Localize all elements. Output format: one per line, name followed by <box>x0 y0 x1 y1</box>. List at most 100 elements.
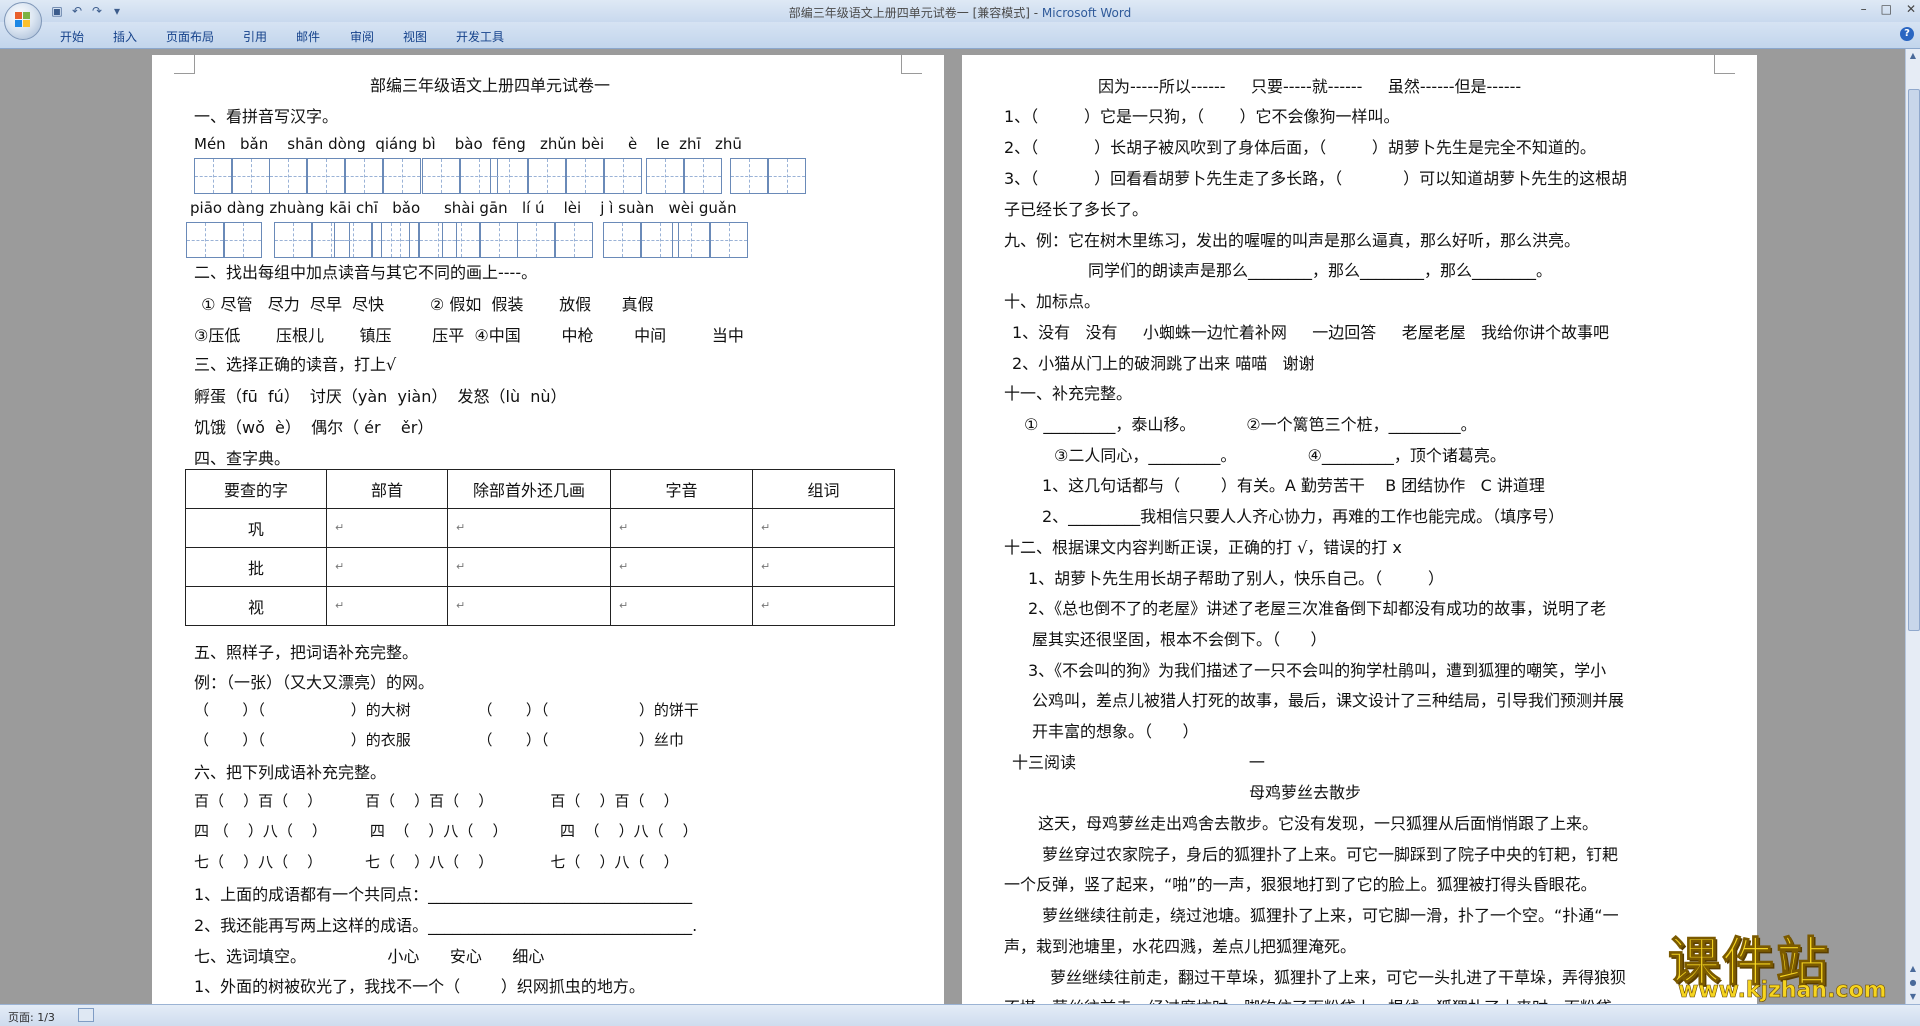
table-cell[interactable]: ↵ <box>752 586 895 626</box>
question-line: 同学们的朗读声是那么________，那么________，那么________… <box>1088 261 1553 280</box>
window-title: 部编三年级语文上册四单元试卷一 [兼容模式] - Microsoft Word <box>788 6 1132 20</box>
maximize-icon[interactable]: □ <box>1881 2 1892 16</box>
writing-box[interactable] <box>480 222 518 258</box>
question-line: 3、（ ）回看看胡萝卜先生走了多长路，（ ）可以知道胡萝卜先生的这根胡 <box>1004 169 1628 188</box>
writing-box[interactable] <box>517 222 555 258</box>
table-cell[interactable]: ↵ <box>752 508 895 548</box>
section-heading: 十一、补充完整。 <box>1004 384 1133 403</box>
office-button[interactable] <box>4 2 42 40</box>
app-name: Microsoft Word <box>1041 6 1132 20</box>
question-line: 因为-----所以------ 只要-----就------ 虽然------但… <box>1098 77 1522 96</box>
scroll-up-icon[interactable]: ▲ <box>1908 51 1918 61</box>
help-icon[interactable]: ? <box>1900 27 1914 41</box>
dictionary-table: 要查的字 部首 除部首外还几画 字音 组词 巩 ↵ ↵ ↵ ↵ 批 ↵ ↵ ↵ … <box>185 469 895 626</box>
table-cell[interactable]: ↵ <box>610 547 753 587</box>
question-line: 孵蛋（fū fú） 讨厌（yàn yiàn） 发怒（lù nù） <box>194 387 567 406</box>
writing-box[interactable] <box>194 158 232 194</box>
writing-box[interactable] <box>555 222 593 258</box>
question-line: 百（ ）百（ ） 百（ ）百（ ） 百（ ）百（ ） <box>194 792 679 810</box>
office-logo-icon <box>15 12 31 28</box>
table-row: 批 ↵ ↵ ↵ ↵ <box>185 547 895 587</box>
writing-box[interactable] <box>672 222 710 258</box>
page-indicator[interactable]: 页面: 1/3 <box>8 1009 55 1025</box>
section-heading: 九、例：它在树木里练习，发出的喔喔的叫声是那么逼真，那么好听，那么洪亮。 <box>1004 231 1581 250</box>
writing-box[interactable] <box>490 158 528 194</box>
table-cell: 批 <box>185 547 327 587</box>
table-row: 巩 ↵ ↵ ↵ ↵ <box>185 508 895 548</box>
writing-box[interactable] <box>381 222 419 258</box>
table-cell[interactable]: ↵ <box>752 547 895 587</box>
writing-box[interactable] <box>603 222 641 258</box>
question-line: 1、（ ）它是一只狗，（ ）它不会像狗一样叫。 <box>1004 107 1400 126</box>
reading-paragraph: 这天，母鸡萝丝走出鸡舍去散步。它没有发现，一只狐狸从后面悄悄跟了上来。 <box>1038 814 1599 833</box>
writing-box[interactable] <box>224 222 262 258</box>
question-line: 1、胡萝卜先生用长胡子帮助了别人，快乐自己。（ ） <box>1028 569 1444 588</box>
tab-page-layout[interactable]: 页面布局 <box>166 28 214 45</box>
writing-box[interactable] <box>730 158 768 194</box>
tab-review[interactable]: 审阅 <box>350 28 374 45</box>
writing-box[interactable] <box>646 158 684 194</box>
writing-box[interactable] <box>604 158 642 194</box>
section-heading: 四、查字典。 <box>194 449 291 468</box>
question-line: 公鸡叫，差点儿被猎人打死的故事，最后，课文设计了三种结局，引导我们预测并展 <box>1032 691 1625 710</box>
writing-box[interactable] <box>684 158 722 194</box>
table-cell[interactable]: ↵ <box>447 586 611 626</box>
table-header-row: 要查的字 部首 除部首外还几画 字音 组词 <box>185 469 895 509</box>
writing-box[interactable] <box>422 158 460 194</box>
table-cell: 视 <box>185 586 327 626</box>
writing-box[interactable] <box>232 158 270 194</box>
reading-paragraph: 萝丝继续往前走，绕过池塘。狐狸扑了上来，可它脚一滑，扑了一个空。“扑通“一 <box>1042 906 1619 925</box>
question-line: 2、《总也倒不了的老屋》讲述了老屋三次准备倒下却都没有成功的故事，说明了老 <box>1028 599 1607 618</box>
document-page-right[interactable]: 因为-----所以------ 只要-----就------ 虽然------但… <box>962 53 1757 1004</box>
table-header: 组词 <box>752 469 895 509</box>
table-cell[interactable]: ↵ <box>610 586 753 626</box>
table-cell: 巩 <box>185 508 327 548</box>
document-page-left[interactable]: 部编三年级语文上册四单元试卷一 一、看拼音写汉字。 Mén bǎn shān d… <box>152 53 944 1004</box>
table-cell[interactable]: ↵ <box>447 508 611 548</box>
writing-box[interactable] <box>383 158 421 194</box>
vertical-scrollbar[interactable]: ▲ ▲ ● ▼ <box>1905 49 1920 1004</box>
section-heading: 五、照样子，把词语补充完整。 <box>194 643 419 662</box>
question-line: 1、这几句话都与（ ）有关。A 勤劳苦干 B 团结协作 C 讲道理 <box>1042 476 1545 495</box>
writing-box[interactable] <box>442 222 480 258</box>
writing-box[interactable] <box>345 158 383 194</box>
section-heading: 十二、根据课文内容判断正误，正确的打 √，错误的打 x <box>1004 538 1402 557</box>
writing-box[interactable] <box>334 222 372 258</box>
writing-box[interactable] <box>566 158 604 194</box>
close-icon[interactable]: ✕ <box>1906 2 1916 16</box>
writing-box[interactable] <box>186 222 224 258</box>
reading-title: 母鸡萝丝去散步 <box>1249 783 1362 802</box>
tab-mailings[interactable]: 邮件 <box>296 28 320 45</box>
proofing-icon[interactable] <box>78 1008 94 1022</box>
table-row: 视 ↵ ↵ ↵ ↵ <box>185 586 895 626</box>
tab-references[interactable]: 引用 <box>243 28 267 45</box>
section-heading: 十三阅读 一 <box>1012 753 1265 772</box>
question-line: （ ）（ ）的大树 （ ）（ ）的饼干 <box>194 701 699 719</box>
table-cell[interactable]: ↵ <box>326 547 448 587</box>
question-line: 1、上面的成语都有一个共同点：_________________________… <box>194 885 693 904</box>
tab-insert[interactable]: 插入 <box>113 28 137 45</box>
crop-mark <box>1714 53 1735 74</box>
table-cell[interactable]: ↵ <box>326 508 448 548</box>
minimize-icon[interactable]: – <box>1861 2 1867 16</box>
writing-box[interactable] <box>274 222 312 258</box>
site-watermark: 课件站 www.kjzhan.com <box>1667 920 1913 1006</box>
table-cell[interactable]: ↵ <box>610 508 753 548</box>
question-line: 开丰富的想象。（ ） <box>1032 722 1199 741</box>
tab-view[interactable]: 视图 <box>403 28 427 45</box>
writing-box[interactable] <box>528 158 566 194</box>
table-cell[interactable]: ↵ <box>447 547 611 587</box>
scrollbar-thumb[interactable] <box>1908 89 1920 631</box>
table-header: 部首 <box>326 469 448 509</box>
writing-box[interactable] <box>269 158 307 194</box>
tab-home[interactable]: 开始 <box>60 28 84 45</box>
section-heading: 三、选择正确的读音，打上√ <box>194 355 397 374</box>
watermark-url: www.kjzhan.com <box>1678 978 1887 1004</box>
question-line: 2、小猫从门上的破洞跳了出来 喵喵 谢谢 <box>1012 354 1315 373</box>
tab-developer[interactable]: 开发工具 <box>456 28 504 45</box>
writing-box[interactable] <box>768 158 806 194</box>
writing-box[interactable] <box>710 222 748 258</box>
table-header: 字音 <box>610 469 753 509</box>
table-cell[interactable]: ↵ <box>326 586 448 626</box>
writing-box[interactable] <box>307 158 345 194</box>
